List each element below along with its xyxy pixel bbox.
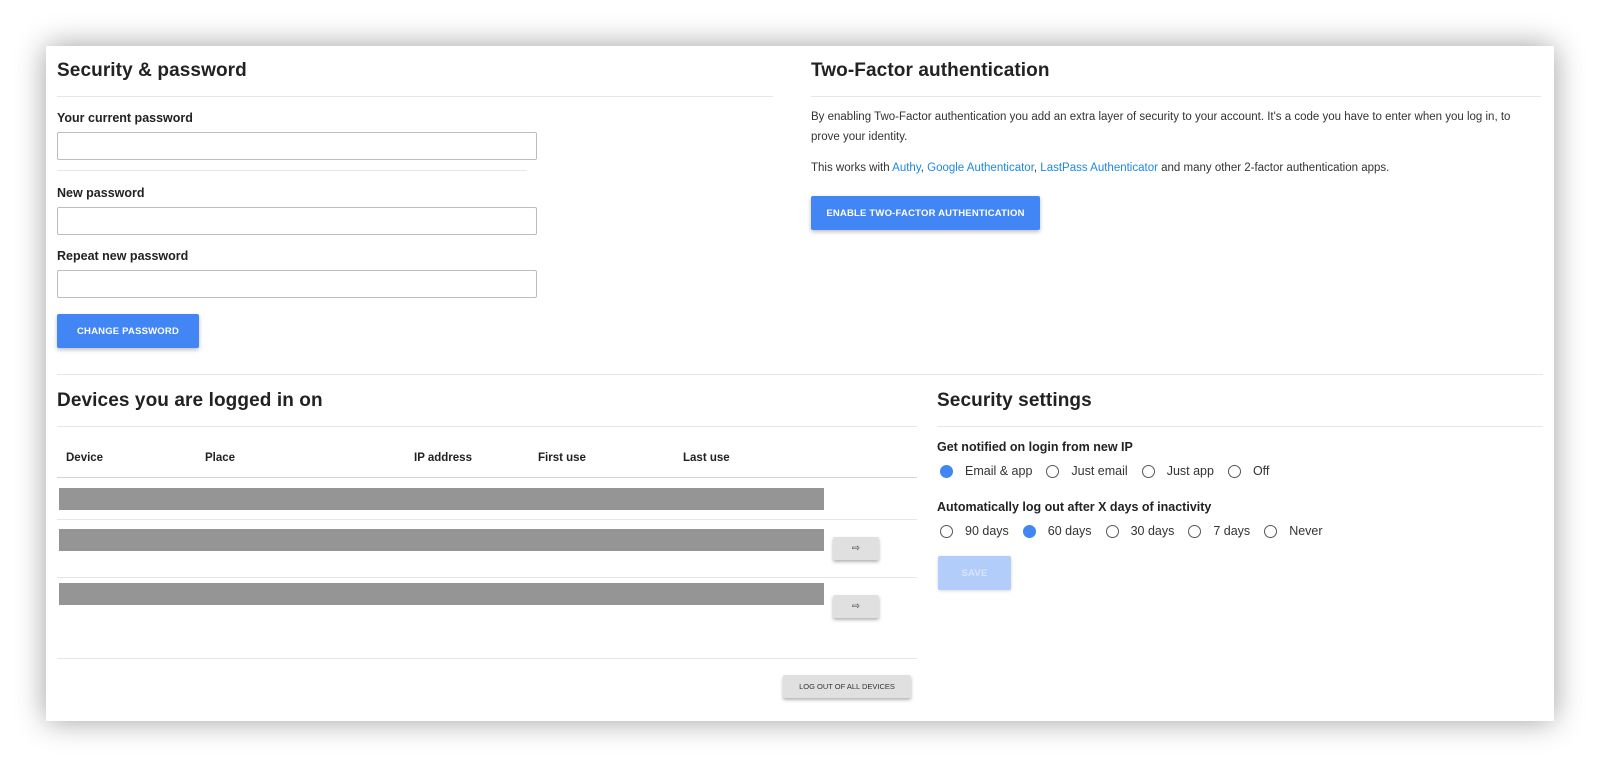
section-divider [57, 374, 1543, 375]
autologout-option-90-days[interactable]: 90 days [940, 524, 1009, 538]
devices-title: Devices you are logged in on [57, 390, 323, 411]
radio-button[interactable] [1141, 464, 1155, 478]
redacted-row-content [59, 488, 824, 510]
security-settings-title: Security settings [937, 390, 1092, 411]
save-button[interactable]: SAVE [938, 556, 1011, 590]
radio-button[interactable] [1188, 524, 1202, 538]
radio-button[interactable] [940, 524, 953, 538]
apps-suffix: and many other 2-factor authentication a… [1157, 162, 1390, 174]
table-header-divider [57, 477, 917, 478]
notify-login-label: Get notified on login from new IP [937, 440, 1133, 454]
column-header-first-use: First use [538, 452, 586, 464]
divider [811, 96, 1541, 97]
autologout-option-60-days[interactable]: 60 days [1022, 524, 1092, 538]
radio-button[interactable] [1227, 464, 1241, 478]
divider [57, 96, 773, 97]
divider [57, 170, 527, 171]
new-password-label: New password [57, 186, 145, 200]
notify-option-email-app[interactable]: Email & app [940, 464, 1032, 478]
security-settings-section: Security settings Get notified on login … [937, 376, 1543, 636]
column-header-place: Place [205, 452, 236, 464]
security-password-section: Security & password Your current passwor… [57, 46, 773, 366]
autologout-radio-group: 90 days 60 days 30 days 7 days Never [940, 524, 1337, 538]
notify-option-just-app[interactable]: Just app [1141, 464, 1214, 478]
column-header-ip: IP address [414, 452, 472, 464]
divider [937, 426, 1543, 427]
notify-radio-group: Email & app Just email Just app Off [940, 464, 1283, 478]
divider [57, 577, 917, 578]
column-header-device: Device [66, 452, 104, 464]
authy-link[interactable]: Authy [892, 162, 921, 174]
lastpass-authenticator-link[interactable]: LastPass Authenticator [1040, 162, 1158, 174]
new-password-input[interactable] [57, 207, 537, 235]
autologout-label: Automatically log out after X days of in… [937, 500, 1212, 514]
repeat-password-label: Repeat new password [57, 249, 189, 263]
two-factor-apps-text: This works with Authy, Google Authentica… [811, 162, 1390, 174]
divider [57, 426, 917, 427]
logout-device-button[interactable]: ⇨ [833, 595, 879, 618]
radio-button[interactable] [1105, 524, 1119, 538]
change-password-button[interactable]: CHANGE PASSWORD [57, 314, 199, 348]
security-password-title: Security & password [57, 60, 247, 81]
autologout-option-7-days[interactable]: 7 days [1188, 524, 1250, 538]
settings-card: Security & password Your current passwor… [46, 46, 1554, 721]
column-header-last-use: Last use [683, 452, 730, 464]
autologout-option-30-days[interactable]: 30 days [1105, 524, 1174, 538]
logout-icon: ⇨ [851, 601, 861, 612]
radio-button[interactable] [940, 464, 953, 478]
radio-button[interactable] [1022, 524, 1036, 538]
logout-icon: ⇨ [851, 543, 861, 554]
logout-device-button[interactable]: ⇨ [833, 537, 879, 560]
repeat-password-input[interactable] [57, 270, 537, 298]
divider [57, 658, 917, 659]
current-password-input[interactable] [57, 132, 537, 160]
logout-all-devices-button[interactable]: LOG OUT OF ALL DEVICES [783, 675, 911, 698]
redacted-row-content [59, 583, 824, 605]
current-password-label: Your current password [57, 111, 193, 125]
devices-section: Devices you are logged in on Device Plac… [57, 376, 917, 721]
radio-button[interactable] [1046, 464, 1060, 478]
enable-two-factor-button[interactable]: ENABLE TWO-FACTOR AUTHENTICATION [811, 196, 1040, 230]
autologout-option-never[interactable]: Never [1264, 524, 1323, 538]
notify-option-off[interactable]: Off [1227, 464, 1269, 478]
redacted-row-content [59, 529, 824, 551]
apps-prefix: This works with [811, 162, 893, 174]
notify-option-just-email[interactable]: Just email [1046, 464, 1128, 478]
google-authenticator-link[interactable]: Google Authenticator [927, 162, 1034, 174]
radio-button[interactable] [1264, 524, 1278, 538]
divider [57, 519, 917, 520]
two-factor-title: Two-Factor authentication [811, 60, 1050, 81]
two-factor-section: Two-Factor authentication By enabling Tw… [811, 46, 1541, 366]
two-factor-description: By enabling Two-Factor authentication yo… [811, 111, 1511, 143]
